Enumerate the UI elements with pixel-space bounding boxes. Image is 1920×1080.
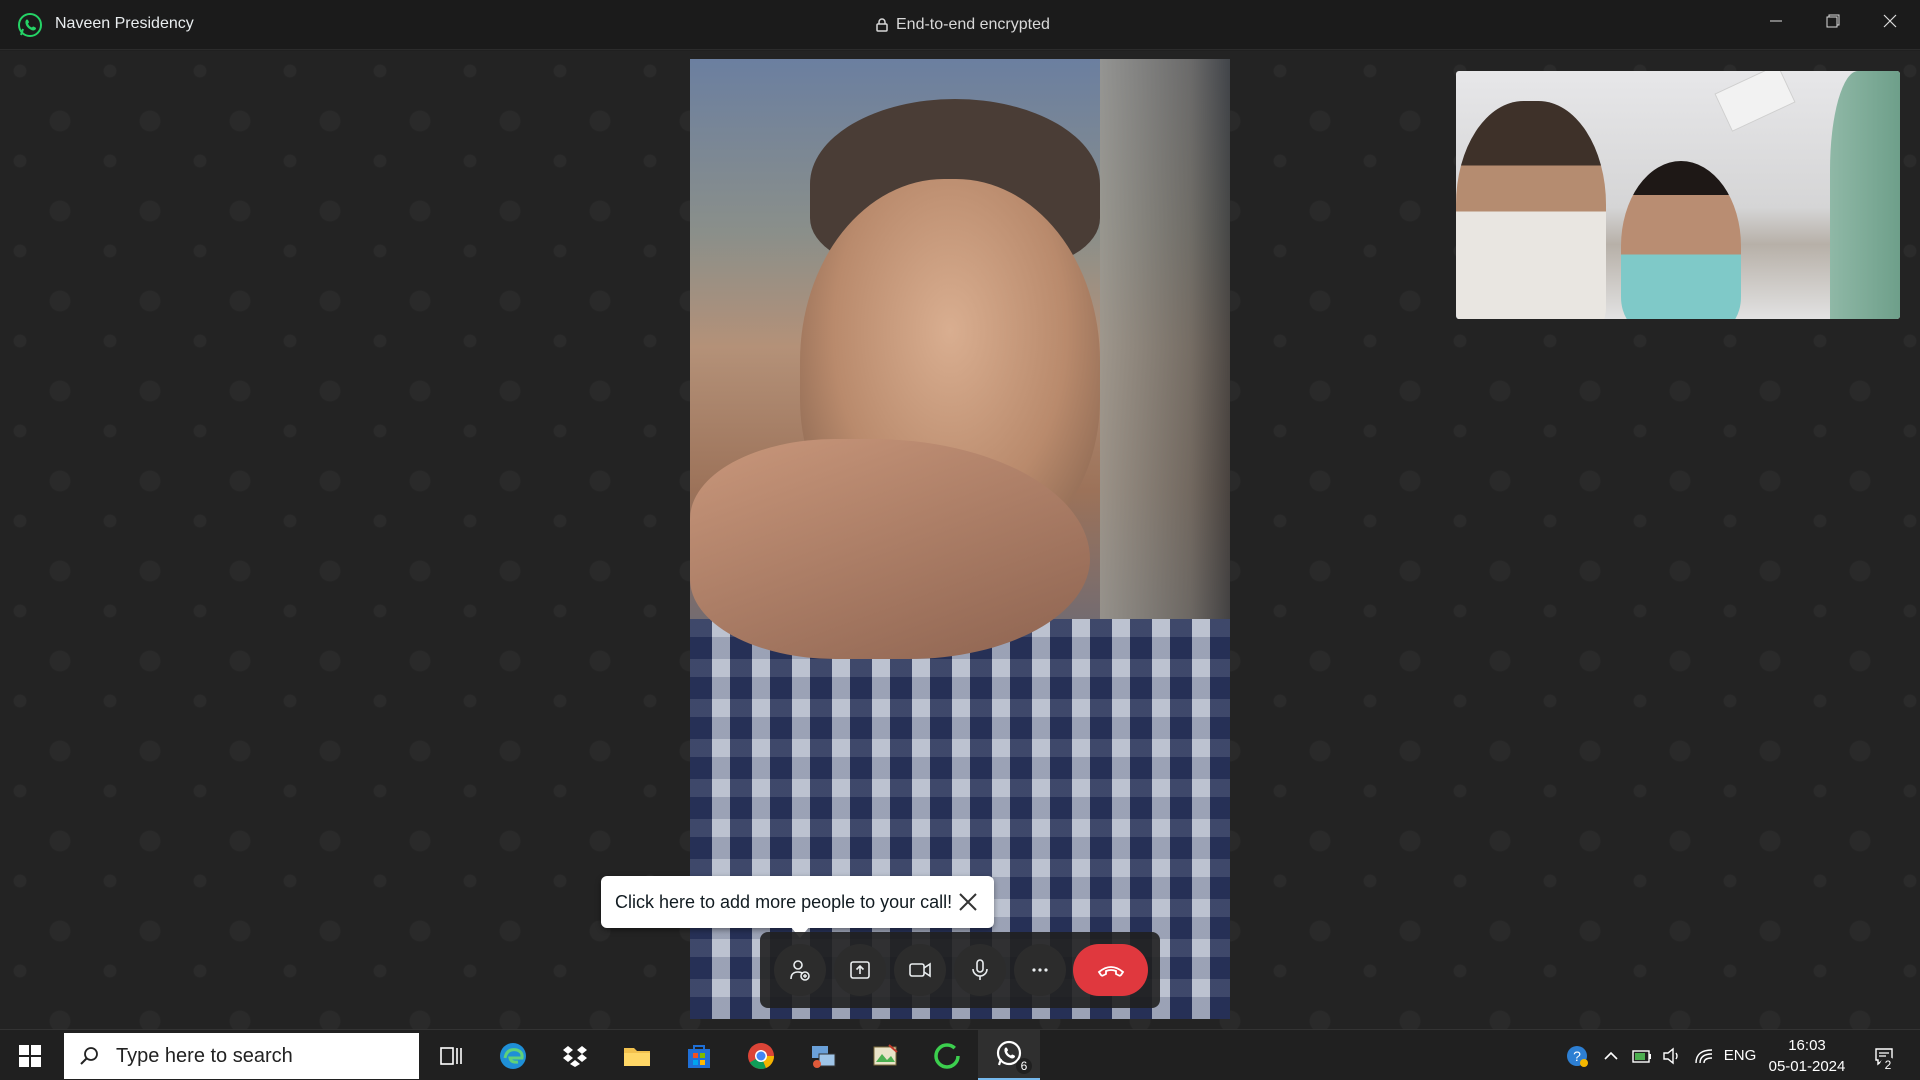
call-controls-bar xyxy=(760,932,1160,1008)
taskbar-edge[interactable] xyxy=(482,1030,544,1080)
folder-icon xyxy=(624,1047,650,1066)
search-icon xyxy=(80,1047,98,1065)
whatsapp-logo-icon xyxy=(18,13,42,37)
share-screen-button[interactable] xyxy=(834,944,886,996)
end-call-icon xyxy=(1097,966,1124,977)
taskbar-file-explorer[interactable] xyxy=(606,1030,668,1080)
network-app-icon xyxy=(812,1045,836,1068)
lock-icon xyxy=(876,18,888,32)
taskbar-chrome[interactable] xyxy=(730,1030,792,1080)
image-editor-icon xyxy=(873,1043,898,1065)
end-call-button[interactable] xyxy=(1073,944,1148,996)
window-title: Naveen Presidency xyxy=(55,15,194,32)
restore-icon xyxy=(1826,14,1840,28)
encryption-label: End-to-end encrypted xyxy=(896,16,1050,33)
volume-tray-button[interactable] xyxy=(1658,1030,1686,1080)
video-toggle-button[interactable] xyxy=(894,944,946,996)
taskbar-store[interactable] xyxy=(668,1030,730,1080)
search-placeholder: Type here to search xyxy=(116,1044,293,1067)
taskbar-clock[interactable]: 16:03 05-01-2024 xyxy=(1762,1035,1852,1077)
add-people-tooltip: Click here to add more people to your ca… xyxy=(601,876,994,928)
add-participant-icon xyxy=(790,960,810,981)
chrome-icon xyxy=(748,1042,774,1069)
microphone-toggle-button[interactable] xyxy=(954,944,1006,996)
more-options-button[interactable] xyxy=(1014,944,1066,996)
svg-text:?: ? xyxy=(1573,1048,1581,1064)
minimize-icon xyxy=(1770,20,1782,22)
notification-center-button[interactable] xyxy=(1864,1030,1904,1080)
store-icon xyxy=(688,1044,710,1068)
notification-count-badge: 2 xyxy=(1880,1057,1896,1073)
speaker-icon xyxy=(1663,1047,1678,1064)
restore-button[interactable] xyxy=(1805,0,1861,42)
encryption-status: End-to-end encrypted xyxy=(876,16,1050,34)
close-window-button[interactable] xyxy=(1862,0,1918,42)
chevron-up-icon xyxy=(1604,1051,1618,1060)
whatsapp-unread-badge: 6 xyxy=(1016,1058,1032,1074)
wifi-tray-button[interactable] xyxy=(1690,1030,1718,1080)
task-view-icon xyxy=(440,1046,462,1065)
remote-video xyxy=(690,59,1230,1019)
tooltip-close-icon[interactable] xyxy=(956,890,980,914)
start-button[interactable] xyxy=(0,1030,60,1080)
minimize-button[interactable] xyxy=(1748,0,1804,42)
show-hidden-icons-button[interactable] xyxy=(1598,1030,1624,1080)
edge-browser-icon xyxy=(500,1042,526,1069)
taskbar-app-network[interactable] xyxy=(792,1030,854,1080)
taskbar-search-box[interactable]: Type here to search xyxy=(64,1033,419,1079)
windows-taskbar: Type here to search 6 ? ENG 16:03 05-01-… xyxy=(0,1029,1920,1080)
dropbox-icon xyxy=(563,1045,587,1067)
task-view-button[interactable] xyxy=(420,1030,482,1080)
preview-person-right xyxy=(1830,71,1900,319)
clock-date: 05-01-2024 xyxy=(1768,1058,1846,1075)
add-participant-button[interactable] xyxy=(774,944,826,996)
preview-person-center xyxy=(1621,161,1741,319)
taskbar-whatsapp[interactable]: 6 xyxy=(978,1030,1040,1080)
preview-air-conditioner xyxy=(1714,71,1796,132)
help-tray-button[interactable]: ? xyxy=(1562,1030,1592,1080)
microphone-icon xyxy=(972,959,988,980)
clock-time: 16:03 xyxy=(1788,1037,1826,1054)
preview-person-left xyxy=(1456,101,1606,319)
share-screen-icon xyxy=(850,961,870,979)
taskbar-app-sync[interactable] xyxy=(916,1030,978,1080)
self-preview[interactable] xyxy=(1456,71,1900,319)
title-bar: Naveen Presidency End-to-end encrypted xyxy=(0,0,1920,50)
wifi-icon xyxy=(1695,1048,1713,1063)
close-icon xyxy=(1883,14,1897,28)
battery-tray-button[interactable] xyxy=(1628,1030,1656,1080)
video-camera-icon xyxy=(909,962,931,978)
sync-circle-icon xyxy=(934,1042,960,1069)
taskbar-app-image[interactable] xyxy=(854,1030,916,1080)
language-label: ENG xyxy=(1723,1047,1757,1064)
battery-icon xyxy=(1632,1049,1651,1063)
taskbar-dropbox[interactable] xyxy=(544,1030,606,1080)
language-indicator[interactable]: ENG xyxy=(1722,1030,1758,1080)
windows-logo-icon xyxy=(19,1044,41,1067)
help-icon: ? xyxy=(1567,1045,1588,1067)
tooltip-text: Click here to add more people to your ca… xyxy=(615,891,953,912)
more-options-icon xyxy=(1032,968,1048,972)
